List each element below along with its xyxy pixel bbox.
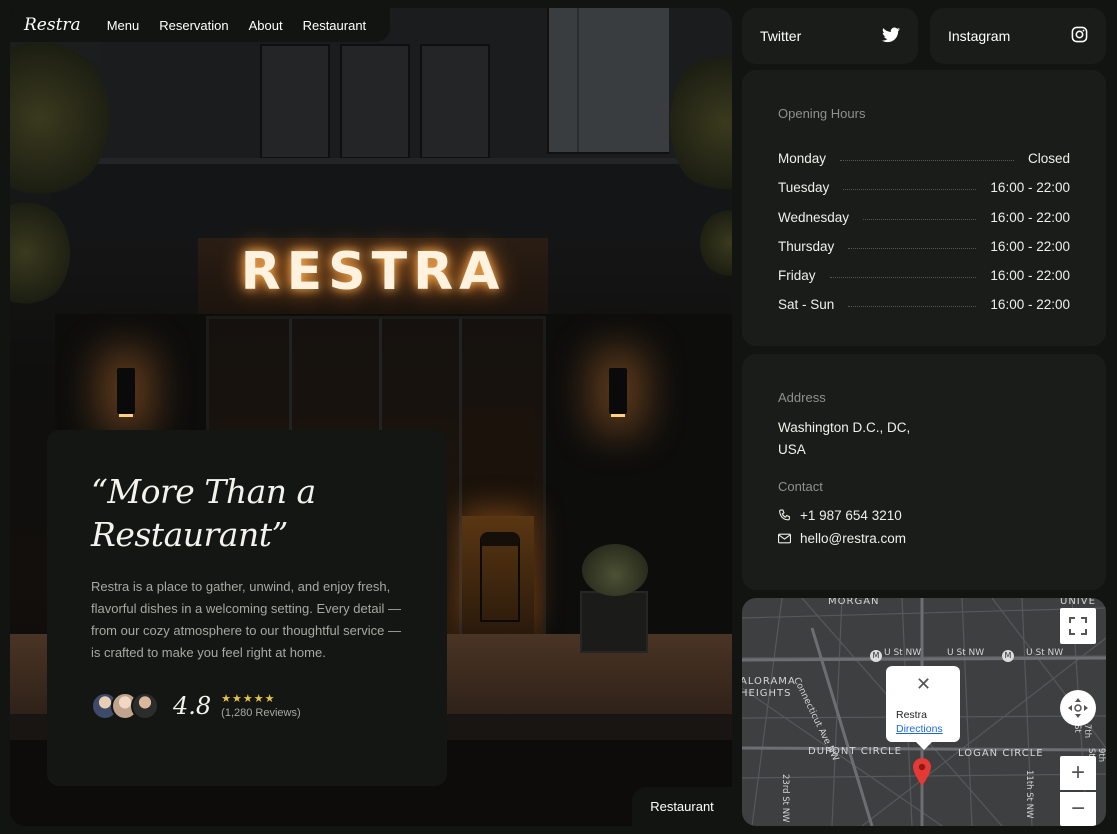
building-ledge <box>50 158 732 238</box>
opening-hours-panel: Opening Hours Monday Closed Tuesday 16:00 … <box>742 70 1106 346</box>
hours-time: 16:00 - 22:00 <box>990 297 1070 313</box>
planter <box>580 591 648 653</box>
wall-lamp-left <box>117 368 135 417</box>
nav-about[interactable]: About <box>249 18 283 33</box>
address-line: USA <box>778 442 806 457</box>
mail-icon <box>778 533 791 544</box>
metro-icon: M <box>870 650 882 662</box>
map-pin-icon[interactable] <box>913 758 931 786</box>
intro-card: “More Than a Restaurant” Restra is a pla… <box>47 430 447 786</box>
directions-link[interactable]: Directions <box>896 723 943 735</box>
avatar <box>131 692 159 720</box>
close-icon[interactable]: ✕ <box>916 674 931 695</box>
nav-menu[interactable]: Menu <box>107 18 140 33</box>
hero-description: Restra is a place to gather, unwind, and… <box>91 579 401 660</box>
restaurant-sign: RESTRA <box>240 242 506 302</box>
hours-time: 16:00 - 22:00 <box>990 209 1070 225</box>
hours-day: Tuesday <box>778 180 830 196</box>
hours-day: Wednesday <box>778 209 850 225</box>
hours-row: Wednesday 16:00 - 22:00 <box>778 195 1070 225</box>
phone-icon <box>779 509 790 521</box>
hours-time: 16:00 - 22:00 <box>990 267 1070 283</box>
bar-stool <box>480 532 520 622</box>
restaurant-badge[interactable]: Restaurant <box>632 787 732 826</box>
hours-day: Thursday <box>778 238 835 254</box>
map-label: U St NW <box>1026 648 1064 658</box>
hours-day: Sat - Sun <box>778 297 835 313</box>
hours-row: Friday 16:00 - 22:00 <box>778 254 1070 283</box>
hours-day: Monday <box>778 151 827 167</box>
twitter-label: Twitter <box>760 28 802 44</box>
map-label: 7th St <box>1072 724 1092 739</box>
plant <box>582 544 648 596</box>
phone-link[interactable]: +1 987 654 3210 <box>778 504 1070 527</box>
map-label: U St NW <box>884 648 922 658</box>
hours-day: Friday <box>778 267 816 283</box>
address-panel: Address Washington D.C., DC, USA Contact… <box>742 354 1106 590</box>
map-label: 11th St NW <box>1024 770 1034 819</box>
star-icon: ★★★★★ <box>221 693 276 705</box>
map-popup: ✕ Restra Directions <box>886 666 960 750</box>
hours-time: 16:00 - 22:00 <box>990 180 1070 196</box>
top-nav: Restra Menu Reservation About Restaurant <box>10 8 390 42</box>
map-label: LOGAN CIRCLE <box>958 748 1044 759</box>
popup-place-name: Restra <box>896 709 927 721</box>
metro-icon: M <box>1002 650 1014 662</box>
reviewer-avatars <box>91 692 159 720</box>
hero-quote: “More Than a Restaurant” <box>91 472 316 554</box>
logo[interactable]: Restra <box>24 15 81 35</box>
email-link[interactable]: hello@restra.com <box>778 527 1070 550</box>
map-label: UNIVE <box>1060 598 1096 607</box>
rating-row: 4.8 ★★★★★ (1,280 Reviews) <box>91 692 403 720</box>
location-map[interactable]: MORGAN UNIVE U St NW U St NW U St NW M M… <box>742 598 1106 826</box>
zoom-in-button[interactable]: + <box>1060 756 1096 790</box>
instagram-link[interactable]: Instagram <box>930 8 1106 64</box>
building-panel <box>547 8 669 154</box>
instagram-label: Instagram <box>948 28 1011 44</box>
twitter-icon <box>882 27 900 46</box>
instagram-icon <box>1071 26 1088 46</box>
review-count: (1,280 Reviews) <box>221 707 301 719</box>
contact-title: Contact <box>778 479 823 494</box>
hours-time: 16:00 - 22:00 <box>990 238 1070 254</box>
zoom-out-button[interactable]: − <box>1060 792 1096 826</box>
nav-reservation[interactable]: Reservation <box>159 18 228 33</box>
map-label: MORGAN <box>828 598 880 607</box>
map-label: 23rd St NW <box>780 774 790 823</box>
hours-row: Tuesday 16:00 - 22:00 <box>778 166 1070 195</box>
fullscreen-icon[interactable] <box>1060 608 1096 644</box>
hours-row: Monday Closed <box>778 137 1070 166</box>
nav-restaurant[interactable]: Restaurant <box>303 18 367 33</box>
map-label: HEIGHTS <box>742 688 792 699</box>
opening-hours-title: Opening Hours <box>778 106 866 121</box>
map-label: DUPONT CIRCLE <box>808 746 902 757</box>
wall-lamp-right <box>609 368 627 417</box>
hours-row: Sat - Sun 16:00 - 22:00 <box>778 283 1070 312</box>
twitter-link[interactable]: Twitter <box>742 8 918 64</box>
address-line: Washington D.C., DC, <box>778 420 911 435</box>
hours-time: Closed <box>1027 151 1070 167</box>
email-address: hello@restra.com <box>800 531 906 546</box>
address-title: Address <box>778 390 826 405</box>
phone-number: +1 987 654 3210 <box>800 508 902 523</box>
hours-row: Thursday 16:00 - 22:00 <box>778 225 1070 254</box>
pan-control-icon[interactable] <box>1060 690 1096 726</box>
map-label: U St NW <box>947 648 985 658</box>
map-label: ALORAMA <box>742 676 796 687</box>
rating-score: 4.8 <box>173 692 212 720</box>
